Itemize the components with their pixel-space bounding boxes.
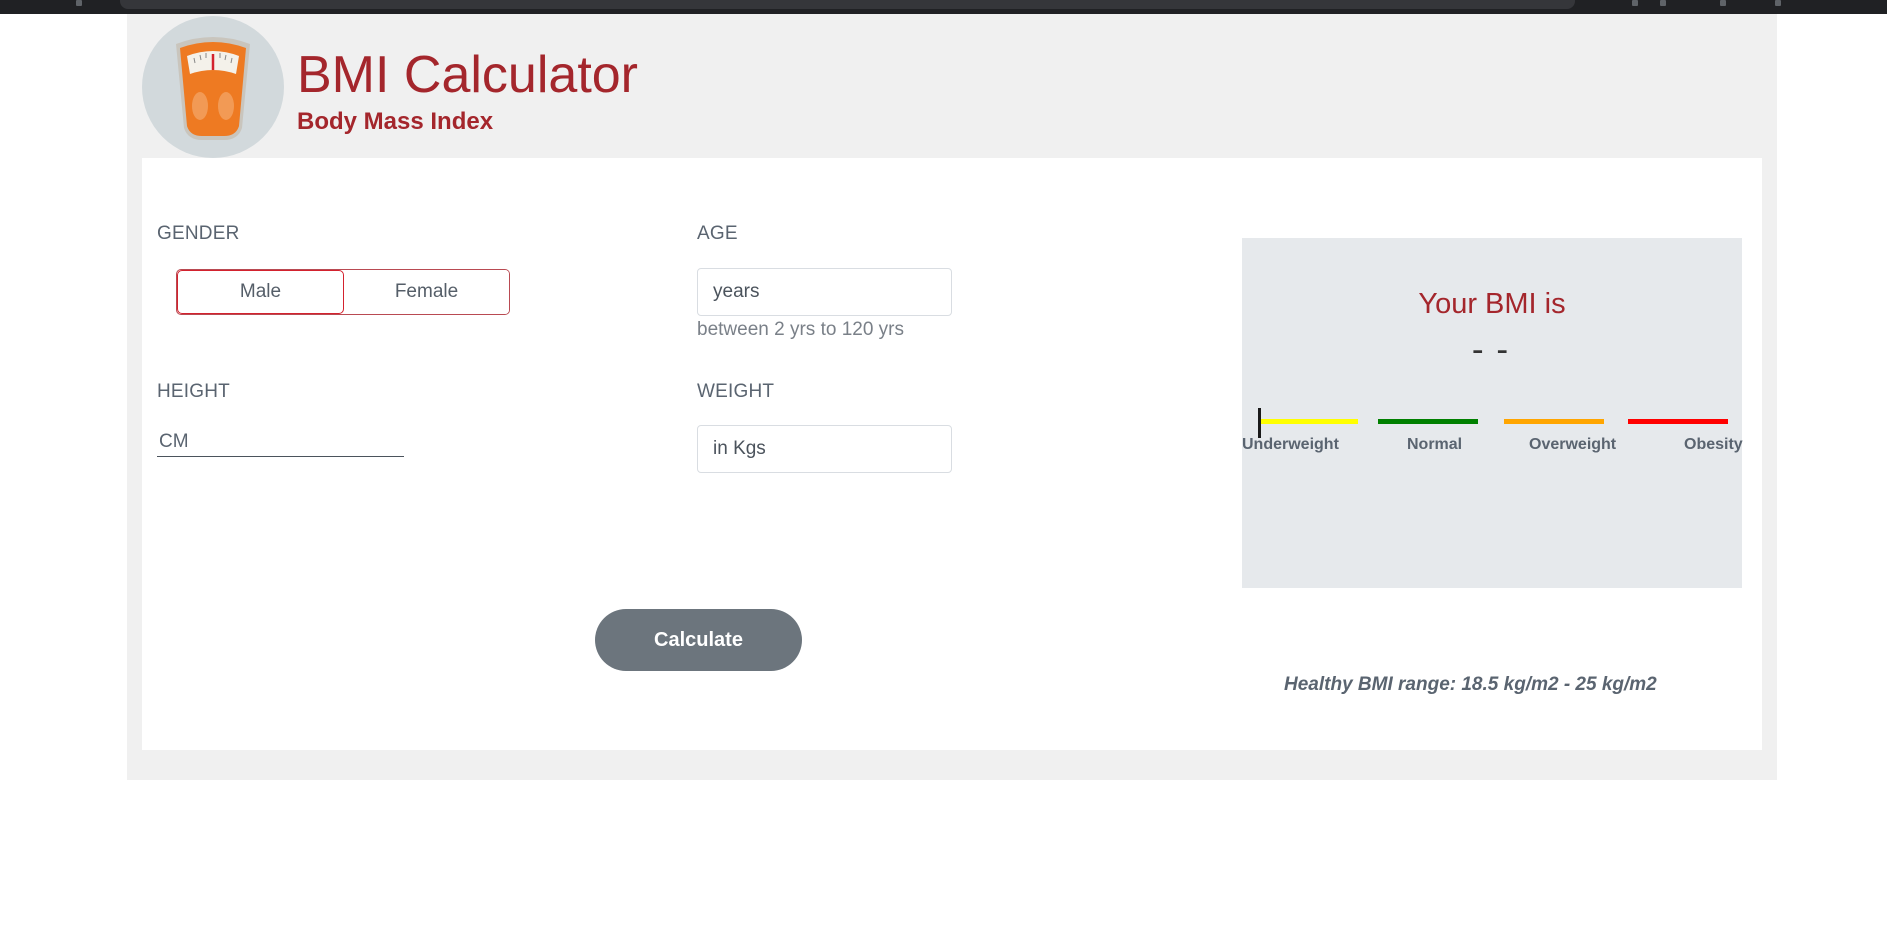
browser-control-icon [1660,0,1666,6]
bmi-indicator-marker [1258,408,1261,438]
scale-label-overweight: Overweight [1529,436,1617,453]
height-label: HEIGHT [157,381,230,402]
scale-label-obesity: Obesity [1684,436,1743,453]
scale-label-underweight: Underweight [1242,436,1339,453]
gender-label: GENDER [157,223,240,244]
browser-top-bar [0,0,1887,14]
weight-input[interactable] [697,425,952,473]
calculate-button[interactable]: Calculate [595,609,802,671]
weight-label: WEIGHT [697,381,775,402]
bmi-result-title: Your BMI is [1418,288,1566,320]
bmi-result-value: -- [1467,330,1517,370]
browser-control-icon [76,0,82,6]
scale-label-normal: Normal [1407,436,1463,453]
app-subtitle: Body Mass Index [297,108,494,135]
age-hint: between 2 yrs to 120 yrs [697,319,904,340]
gender-male-button[interactable]: Male [177,270,344,314]
browser-address-strip [120,0,1575,9]
scale-bar-obesity [1628,419,1728,424]
bmi-result-panel: Your BMI is -- Underweight Normal Overwe… [1242,238,1743,588]
browser-control-icon [1720,0,1726,6]
gender-female-button[interactable]: Female [344,270,509,314]
healthy-range-note: Healthy BMI range: 18.5 kg/m2 - 25 kg/m2 [1284,674,1657,695]
age-label: AGE [697,223,738,244]
scale-logo-icon [142,16,284,158]
gender-toggle-group: Male Female [176,269,510,315]
app-title: BMI Calculator [297,46,638,104]
scale-bar-overweight [1504,419,1604,424]
scale-bar-underweight [1258,419,1358,424]
age-input[interactable] [697,268,952,316]
browser-control-icon [1775,0,1781,6]
browser-control-icon [1632,0,1638,6]
scale-bar-normal [1378,419,1478,424]
height-input[interactable] [157,427,404,457]
